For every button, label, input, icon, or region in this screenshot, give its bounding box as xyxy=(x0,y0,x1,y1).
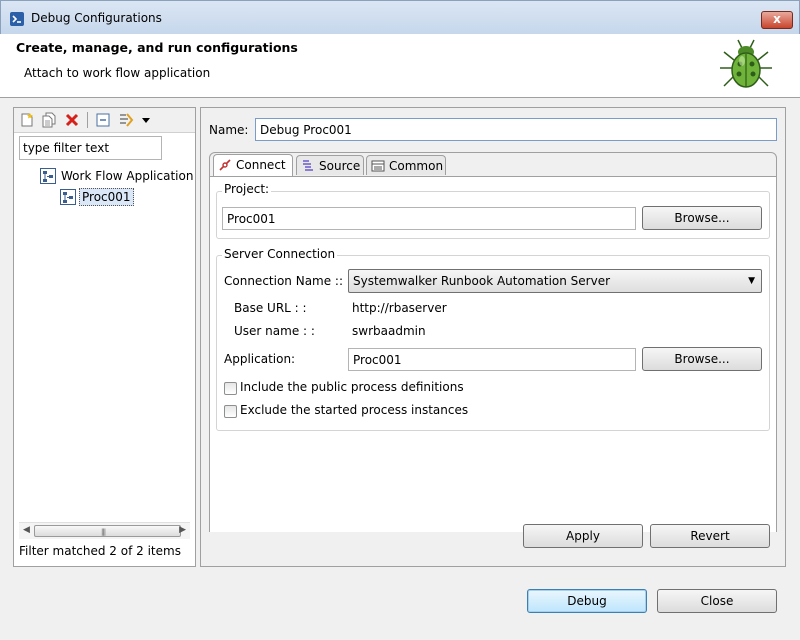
close-button[interactable]: Close xyxy=(657,589,777,613)
include-public-checkbox[interactable] xyxy=(224,382,237,395)
configuration-editor-panel: Name: Connect Source Common Proj xyxy=(200,107,786,567)
title-bar: Debug Configurations x xyxy=(0,0,800,34)
project-browse-button[interactable]: Browse... xyxy=(642,206,762,230)
debug-app-icon xyxy=(10,12,24,26)
filter-status: Filter matched 2 of 2 items xyxy=(19,544,181,558)
window-title: Debug Configurations xyxy=(31,11,162,25)
horizontal-scrollbar[interactable]: ◀ ||| ▶ xyxy=(19,522,190,539)
user-name-label: User name : : xyxy=(234,324,315,338)
exclude-started-checkbox[interactable] xyxy=(224,405,237,418)
scrollbar-thumb[interactable]: ||| xyxy=(34,525,181,537)
tab-label: Common xyxy=(389,159,444,173)
project-group-title: Project: xyxy=(222,182,272,196)
tab-source[interactable]: Source xyxy=(296,155,364,175)
window-close-button[interactable]: x xyxy=(761,11,793,29)
tree-item-label: Work Flow Application xyxy=(61,169,194,183)
debug-button[interactable]: Debug xyxy=(527,589,647,613)
common-icon xyxy=(371,160,385,172)
scroll-left-icon[interactable]: ◀ xyxy=(23,525,30,535)
revert-button[interactable]: Revert xyxy=(650,524,770,548)
connection-name-label: Connection Name :: xyxy=(224,274,344,288)
connect-tab-body: Project: Browse... Server Connection Con… xyxy=(210,176,776,532)
filter-icon[interactable] xyxy=(118,112,134,128)
connect-icon xyxy=(219,159,231,171)
collapse-all-icon[interactable] xyxy=(95,112,111,128)
chevron-down-icon: ▼ xyxy=(748,276,755,286)
workflow-icon xyxy=(40,168,56,184)
left-toolbar xyxy=(14,108,195,133)
application-browse-button[interactable]: Browse... xyxy=(642,347,762,371)
application-input[interactable] xyxy=(348,348,636,371)
grip-icon: ||| xyxy=(101,528,106,536)
filter-input[interactable] xyxy=(19,136,162,160)
tab-folder: Connect Source Common Project: Browse...… xyxy=(209,152,777,532)
tree-item-label: Proc001 xyxy=(79,188,134,206)
scroll-right-icon[interactable]: ▶ xyxy=(179,525,186,535)
application-label: Application: xyxy=(224,352,296,366)
bug-icon xyxy=(720,39,772,88)
delete-icon[interactable] xyxy=(64,112,80,128)
name-input[interactable] xyxy=(255,118,777,141)
banner-heading: Create, manage, and run configurations xyxy=(16,40,298,55)
tab-label: Connect xyxy=(236,158,286,172)
server-connection-title: Server Connection xyxy=(222,247,338,261)
close-icon: x xyxy=(773,12,781,26)
base-url-label: Base URL : : xyxy=(234,301,307,315)
tab-connect[interactable]: Connect xyxy=(213,154,293,176)
new-config-icon[interactable] xyxy=(19,112,35,128)
tab-label: Source xyxy=(319,159,361,173)
project-input[interactable] xyxy=(222,207,636,230)
duplicate-icon[interactable] xyxy=(41,112,57,128)
source-icon xyxy=(303,160,313,171)
connection-name-value: Systemwalker Runbook Automation Server xyxy=(353,274,611,288)
user-name-value: swrbaadmin xyxy=(352,324,426,338)
connection-name-select[interactable]: Systemwalker Runbook Automation Server ▼ xyxy=(348,269,762,293)
include-public-label[interactable]: Include the public process definitions xyxy=(240,380,464,394)
toolbar-separator xyxy=(87,112,88,128)
dialog-banner: Create, manage, and run configurations A… xyxy=(0,34,800,98)
workflow-icon xyxy=(60,189,76,205)
configuration-list-panel: Work Flow Application Proc001 ◀ ||| ▶ Fi… xyxy=(13,107,196,567)
banner-subheading: Attach to work flow application xyxy=(24,66,211,80)
base-url-value: http://rbaserver xyxy=(352,301,447,315)
apply-button[interactable]: Apply xyxy=(523,524,643,548)
view-menu-icon[interactable] xyxy=(138,112,154,128)
tab-common[interactable]: Common xyxy=(366,155,446,175)
exclude-started-label[interactable]: Exclude the started process instances xyxy=(240,403,468,417)
name-label: Name: xyxy=(209,123,249,137)
